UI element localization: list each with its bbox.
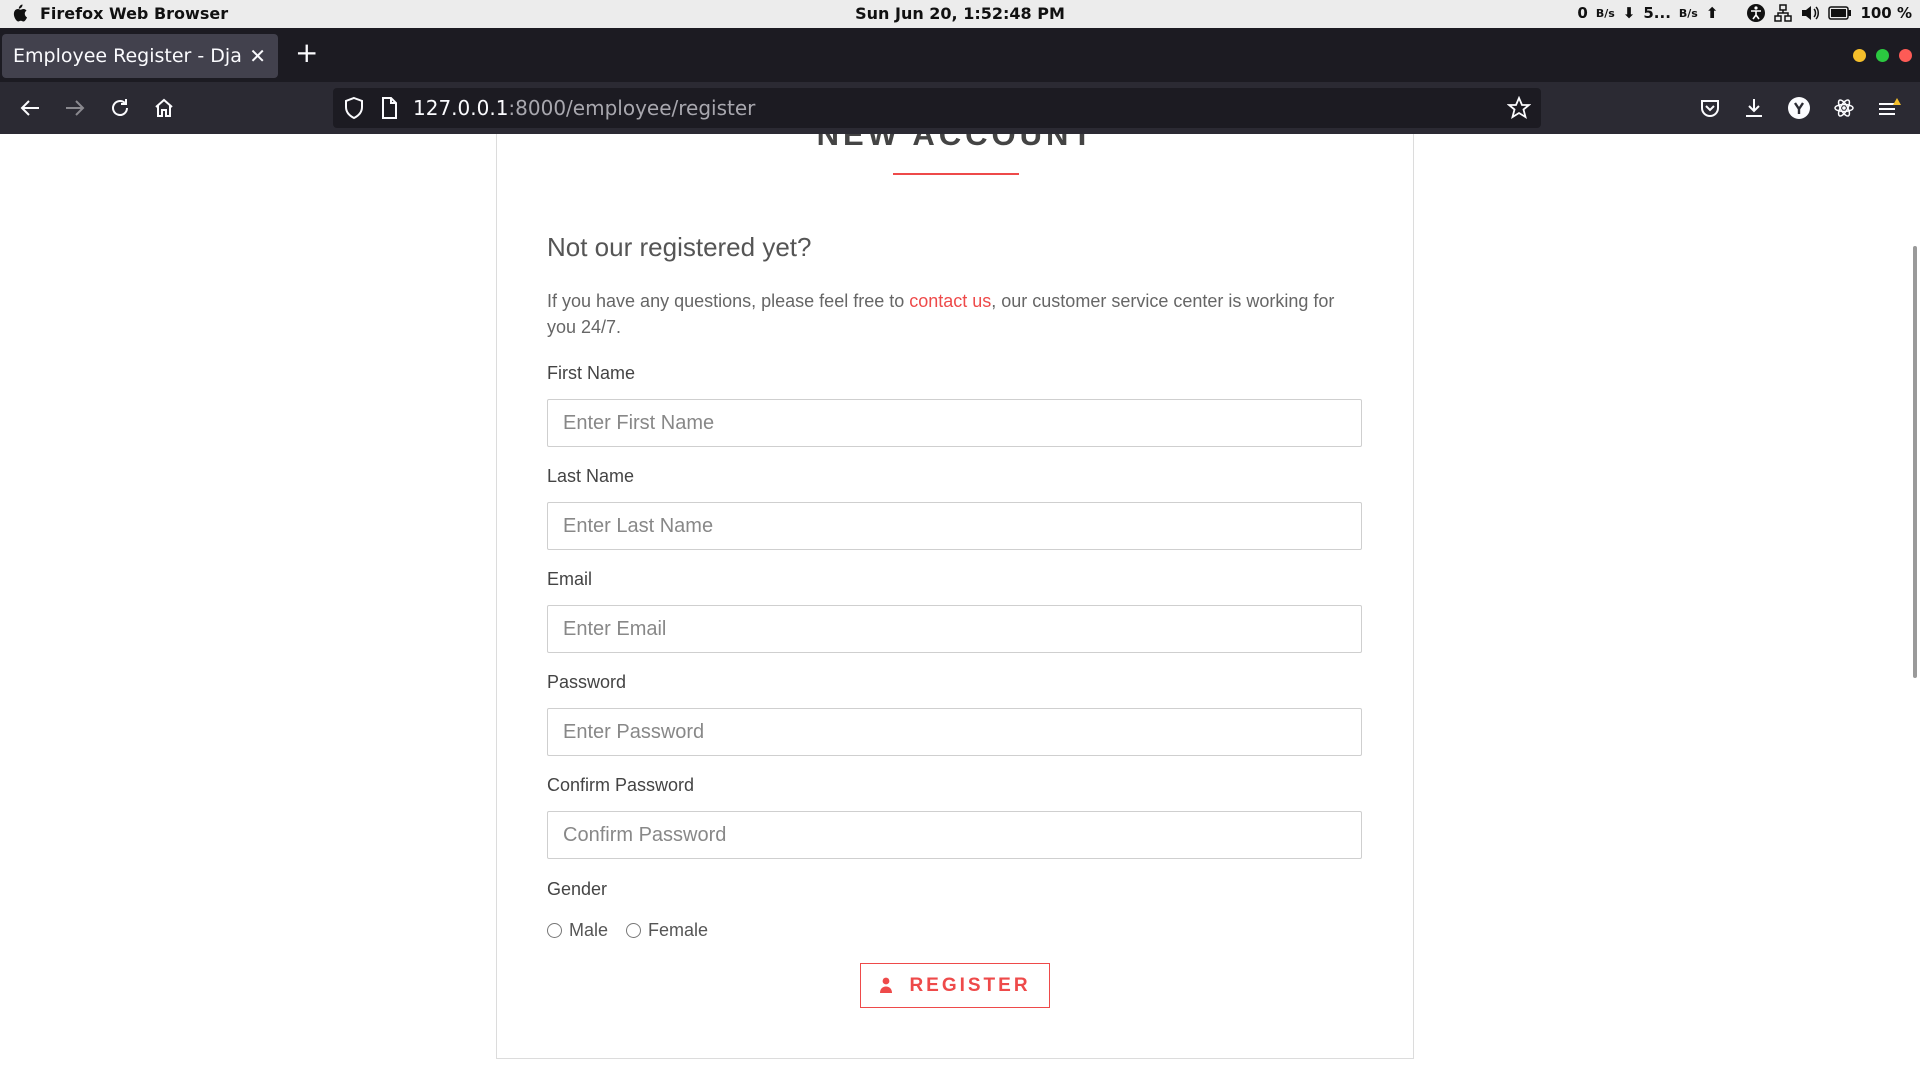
net-up-value: 5... [1643, 4, 1671, 22]
intro-text: If you have any questions, please feel f… [547, 288, 1367, 340]
net-down-value: 0 [1577, 4, 1588, 22]
net-down-unit: B/s [1595, 6, 1615, 20]
os-menu-bar: Firefox Web Browser Sun Jun 20, 1:52:48 … [0, 0, 1920, 28]
tracking-shield-icon[interactable] [343, 96, 365, 120]
battery-icon[interactable] [1828, 6, 1852, 20]
page-scrollbar-thumb[interactable] [1913, 246, 1917, 678]
register-button[interactable]: REGISTER [860, 963, 1050, 1008]
page-viewport: NEW ACCOUNT Not our registered yet? If y… [0, 134, 1920, 1080]
reload-icon [112, 99, 128, 116]
back-arrow-icon [20, 100, 39, 116]
page-title: NEW ACCOUNT [816, 134, 1096, 152]
account-button[interactable] [1786, 95, 1812, 121]
reload-button[interactable] [107, 95, 133, 121]
last-name-label: Last Name [547, 466, 635, 486]
bookmark-star-icon[interactable] [1507, 96, 1531, 120]
register-card: NEW ACCOUNT Not our registered yet? If y… [496, 134, 1414, 1059]
password-input[interactable] [547, 708, 1362, 756]
form-subtitle: Not our registered yet? [547, 232, 812, 262]
browser-nav-bar: 127.0.0.1:8000/employee/register [0, 82, 1920, 134]
female-radio-button[interactable] [626, 923, 642, 938]
user-icon [880, 977, 893, 993]
female-radio-label[interactable]: Female [648, 920, 708, 941]
register-button-label: REGISTER [909, 974, 1031, 996]
net-up-unit: B/s [1678, 6, 1698, 20]
first-name-input[interactable] [547, 399, 1362, 447]
close-tab-icon[interactable]: ✕ [249, 44, 266, 68]
home-button[interactable] [151, 95, 177, 121]
password-label: Password [547, 672, 627, 692]
first-name-label: First Name [547, 363, 636, 383]
male-radio-label[interactable]: Male [569, 920, 608, 941]
extensions-button[interactable] [1831, 95, 1857, 121]
gender-option-female[interactable]: Female [626, 920, 708, 941]
upload-arrow-icon: ⬆ [1705, 4, 1719, 22]
email-input[interactable] [547, 605, 1362, 653]
confirm-password-label: Confirm Password [547, 775, 695, 795]
page-info-icon[interactable] [379, 96, 399, 120]
download-arrow-icon: ⬇ [1622, 4, 1636, 22]
maximize-window-button[interactable] [1876, 49, 1889, 62]
last-name-input[interactable] [547, 502, 1362, 550]
pocket-icon [1701, 100, 1719, 117]
network-icon[interactable] [1774, 4, 1793, 22]
intro-text-start: If you have any questions, please feel f… [547, 291, 910, 311]
url-path: :8000/employee/register [508, 96, 756, 120]
system-tray: 0 B/s ⬇ 5... B/s ⬆ 100 % [1577, 3, 1912, 23]
home-icon [155, 98, 173, 117]
active-app-name[interactable]: Firefox Web Browser [40, 4, 228, 23]
forward-arrow-icon [66, 100, 85, 116]
tab-title: Employee Register - Django [13, 45, 243, 67]
react-devtools-icon [1834, 99, 1854, 117]
gender-option-male[interactable]: Male [547, 920, 608, 941]
new-tab-icon[interactable]: + [295, 38, 318, 68]
url-text[interactable]: 127.0.0.1:8000/employee/register [413, 96, 755, 120]
contact-us-link[interactable]: contact us [909, 291, 991, 311]
male-radio-button[interactable] [547, 923, 562, 938]
accessibility-icon[interactable] [1746, 3, 1766, 23]
apple-icon[interactable] [10, 3, 28, 23]
minimize-window-button[interactable] [1853, 49, 1866, 62]
account-avatar-icon [1788, 97, 1810, 119]
download-icon [1746, 99, 1762, 117]
browser-tab-strip: Employee Register - Django ✕ + [0, 28, 1920, 82]
url-bar[interactable]: 127.0.0.1:8000/employee/register [333, 88, 1541, 128]
close-window-button[interactable] [1899, 49, 1912, 62]
url-host: 127.0.0.1 [413, 96, 509, 120]
forward-button[interactable] [62, 95, 88, 121]
battery-percent: 100 % [1860, 4, 1912, 22]
gender-label: Gender [547, 879, 608, 899]
hamburger-menu-icon [1879, 98, 1901, 115]
tab-employee-register[interactable]: Employee Register - Django ✕ [2, 34, 278, 78]
gender-radio-group: Male Female [547, 920, 726, 941]
pocket-button[interactable] [1697, 95, 1723, 121]
back-button[interactable] [17, 95, 43, 121]
downloads-button[interactable] [1741, 95, 1767, 121]
volume-icon[interactable] [1800, 4, 1820, 22]
email-label: Email [547, 569, 593, 589]
app-menu-button[interactable] [1876, 95, 1902, 121]
title-underline [893, 173, 1019, 175]
confirm-password-input[interactable] [547, 811, 1362, 859]
